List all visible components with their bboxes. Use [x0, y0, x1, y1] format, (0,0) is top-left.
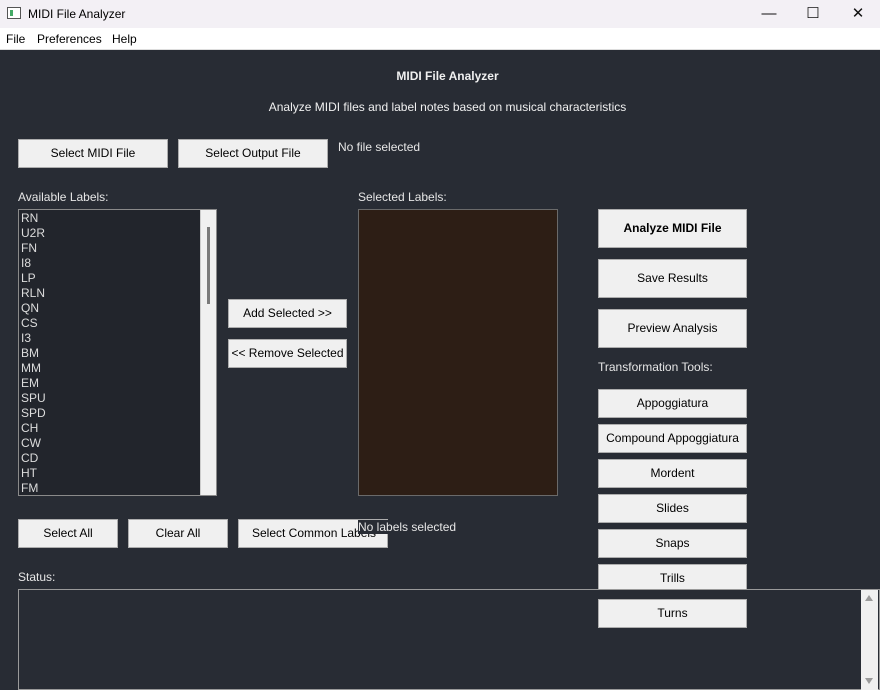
list-item[interactable]: FN — [21, 241, 46, 256]
available-list-scrollbar[interactable] — [200, 210, 216, 495]
list-item[interactable]: RLN — [21, 286, 46, 301]
remove-selected-button[interactable]: << Remove Selected — [228, 339, 347, 368]
list-item[interactable]: I8 — [21, 256, 46, 271]
mordent-button[interactable]: Mordent — [598, 459, 747, 488]
scroll-down-icon[interactable] — [865, 678, 873, 684]
window-title: MIDI File Analyzer — [28, 7, 126, 21]
list-item[interactable]: I3 — [21, 331, 46, 346]
selected-labels-list[interactable] — [358, 209, 558, 496]
select-output-file-button[interactable]: Select Output File — [178, 139, 328, 168]
clear-all-button[interactable]: Clear All — [128, 519, 228, 548]
status-scrollbar[interactable] — [861, 590, 878, 690]
status-text-area[interactable] — [18, 589, 880, 690]
selected-labels-status: No labels selected — [358, 520, 459, 534]
compound-appoggiatura-button[interactable]: Compound Appoggiatura — [598, 424, 747, 453]
menu-bar: File Preferences Help — [0, 28, 880, 50]
available-labels-heading: Available Labels: — [18, 190, 109, 204]
menu-file[interactable]: File — [6, 32, 25, 46]
list-item[interactable]: SPU — [21, 391, 46, 406]
list-item[interactable]: CS — [21, 316, 46, 331]
preview-analysis-button[interactable]: Preview Analysis — [598, 309, 747, 348]
list-item[interactable]: SPD — [21, 406, 46, 421]
select-all-button[interactable]: Select All — [18, 519, 118, 548]
maximize-button[interactable]: ☐ — [790, 0, 836, 28]
list-item[interactable]: BM — [21, 346, 46, 361]
list-item[interactable]: MM — [21, 361, 46, 376]
app-icon — [7, 7, 21, 19]
menu-help[interactable]: Help — [112, 32, 137, 46]
scrollbar-thumb[interactable] — [207, 227, 210, 304]
selected-labels-heading: Selected Labels: — [358, 190, 447, 204]
appoggiatura-button[interactable]: Appoggiatura — [598, 389, 747, 418]
list-item[interactable]: CD — [21, 451, 46, 466]
list-item[interactable]: CW — [21, 436, 46, 451]
slides-button[interactable]: Slides — [598, 494, 747, 523]
title-bar: MIDI File Analyzer — ☐ ✕ — [0, 0, 880, 28]
list-item[interactable]: CH — [21, 421, 46, 436]
list-item[interactable]: EM — [21, 376, 46, 391]
list-item[interactable]: FM — [21, 481, 46, 495]
save-results-button[interactable]: Save Results — [598, 259, 747, 298]
file-status-text: No file selected — [338, 140, 421, 154]
analyze-midi-file-button[interactable]: Analyze MIDI File — [598, 209, 747, 248]
minimize-button[interactable]: — — [746, 0, 792, 28]
list-item[interactable]: LP — [21, 271, 46, 286]
add-selected-button[interactable]: Add Selected >> — [228, 299, 347, 328]
scroll-up-icon[interactable] — [865, 595, 873, 601]
snaps-button[interactable]: Snaps — [598, 529, 747, 558]
menu-preferences[interactable]: Preferences — [37, 32, 102, 46]
close-button[interactable]: ✕ — [835, 0, 880, 28]
transformation-tools-heading: Transformation Tools: — [598, 360, 713, 374]
list-item[interactable]: HT — [21, 466, 46, 481]
list-item[interactable]: QN — [21, 301, 46, 316]
available-labels-list[interactable]: RN U2R FN I8 LP RLN QN CS I3 BM MM EM SP… — [18, 209, 217, 496]
turns-button[interactable]: Turns — [598, 599, 747, 628]
select-midi-file-button[interactable]: Select MIDI File — [18, 139, 168, 168]
page-title: MIDI File Analyzer — [396, 69, 499, 83]
page-subtitle: Analyze MIDI files and label notes based… — [268, 100, 627, 114]
list-item[interactable]: U2R — [21, 226, 46, 241]
status-heading: Status: — [18, 570, 56, 584]
list-item[interactable]: RN — [21, 211, 46, 226]
